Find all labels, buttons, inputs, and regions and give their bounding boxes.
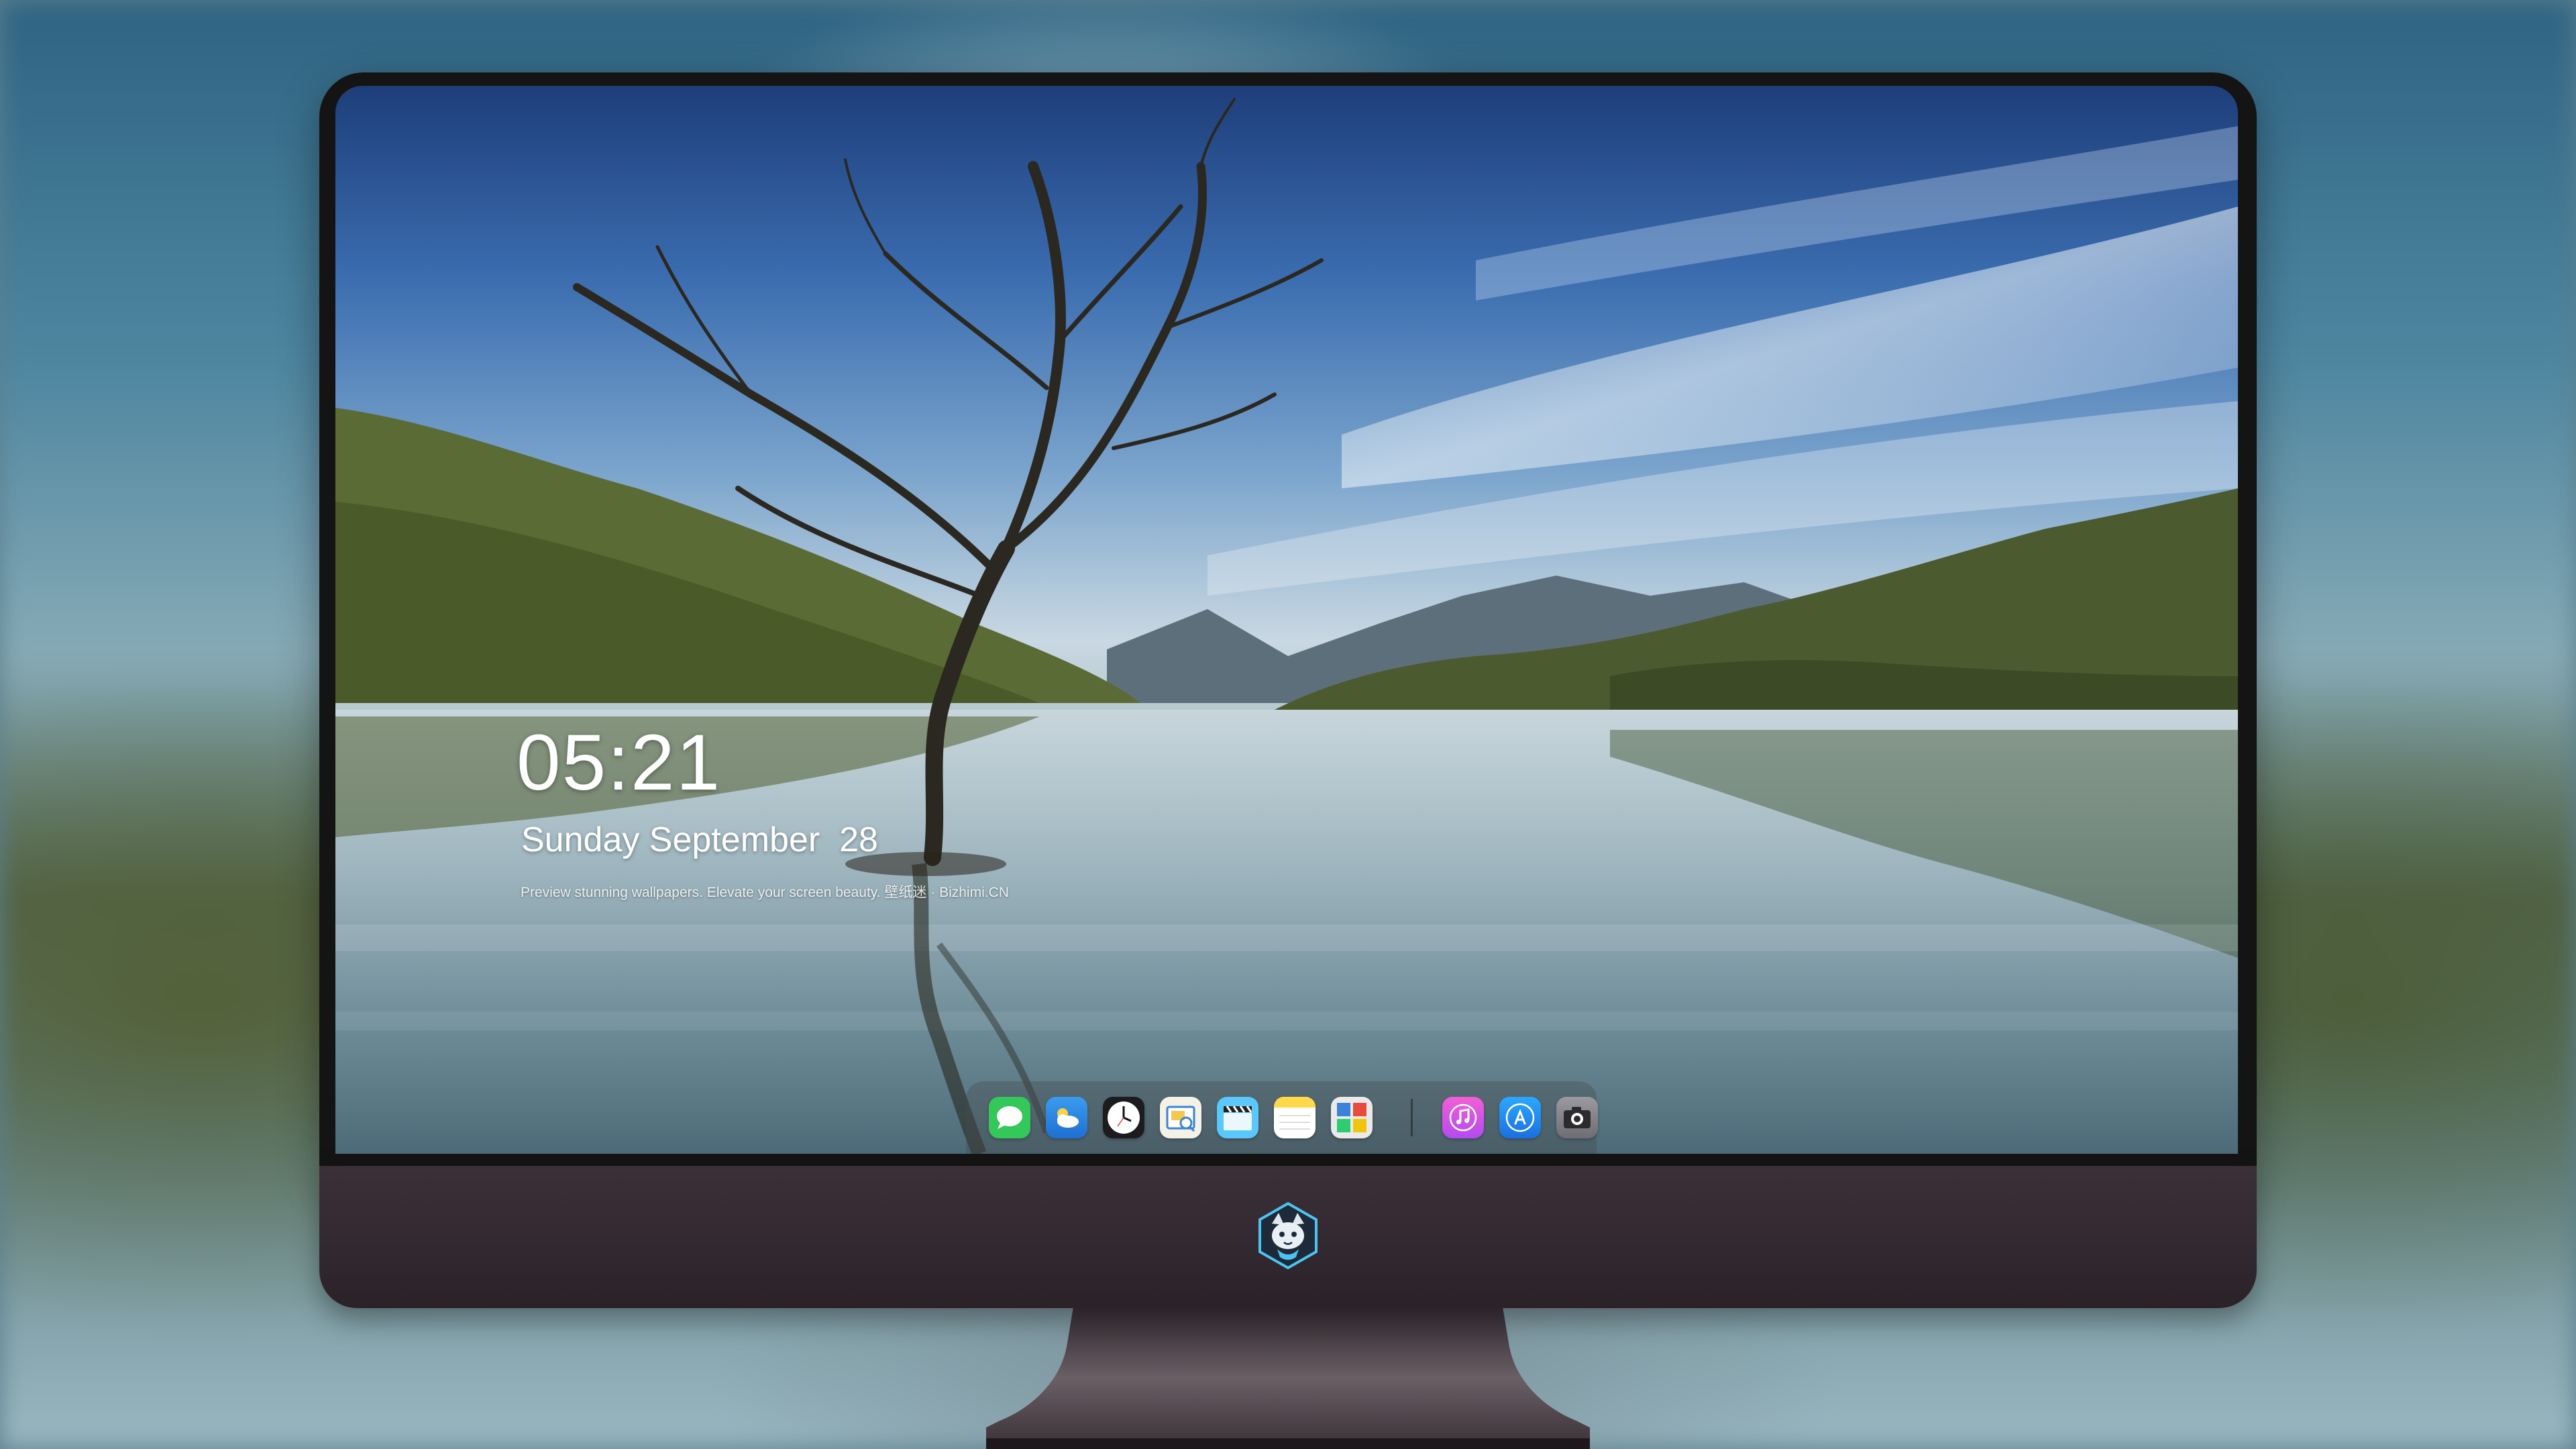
fox-mascot-logo [1253, 1201, 1323, 1271]
lake-wallpaper [335, 98, 2238, 1154]
monitor-stand [986, 1307, 1590, 1449]
clapperboard-icon[interactable] [1217, 1097, 1258, 1138]
lock-clock-time: 05:21 [517, 718, 722, 807]
lock-date: Sunday September 28 [521, 820, 878, 859]
camera-icon[interactable] [1556, 1097, 1598, 1138]
weather-icon[interactable] [1046, 1097, 1087, 1138]
collage-icon[interactable] [1331, 1097, 1373, 1138]
notes-icon[interactable] [1274, 1097, 1316, 1138]
dock-separator [1411, 1099, 1413, 1136]
desktop-screen: 05:21 Sunday September 28 Preview stunni… [335, 86, 2238, 1154]
wallpaper-tagline: Preview stunning wallpapers. Elevate you… [521, 885, 1009, 900]
music-icon[interactable] [1442, 1097, 1484, 1138]
app-store-icon[interactable] [1499, 1097, 1541, 1138]
messages-icon[interactable] [989, 1097, 1030, 1138]
preview-icon[interactable] [1160, 1097, 1201, 1138]
dock [966, 1081, 1598, 1154]
clock-icon[interactable] [1103, 1097, 1144, 1138]
